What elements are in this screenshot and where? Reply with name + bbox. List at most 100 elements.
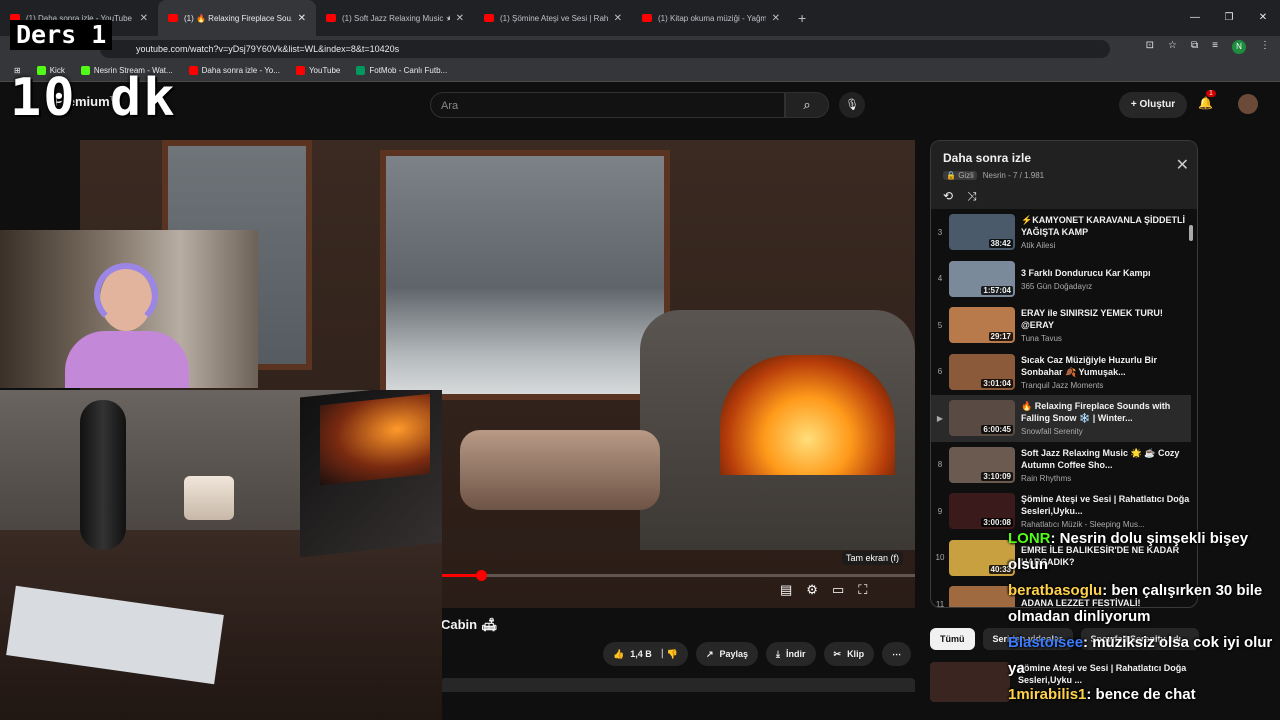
bookmark-favicon-icon — [295, 66, 305, 75]
playlist-item-title: ERAY ile SINIRSIZ YEMEK TURU! @ERAY — [1021, 308, 1163, 331]
filter-chip[interactable]: Tümü — [930, 628, 975, 650]
playlist-item[interactable]: 4 1:57:04 3 Farklı Dondurucu Kar Kampı 365 … — [931, 256, 1191, 303]
duration-badge: 3:01:04 — [981, 378, 1013, 388]
theater-mode-icon[interactable]: ▭ — [832, 582, 844, 602]
playlist-controls: ⟲ ⤨ — [943, 189, 977, 204]
playlist-item-index: 9 — [937, 506, 943, 516]
close-tab-icon[interactable]: ✕ — [298, 13, 306, 24]
duration-badge: 29:17 — [988, 332, 1013, 342]
streamer-body — [65, 331, 189, 388]
chat-username[interactable]: Blastoisee — [1008, 634, 1083, 651]
playlist-item[interactable]: 8 3:10:09 Soft Jazz Relaxing Music 🌟 ☕ Coz… — [931, 442, 1191, 489]
address-bar-icons: ⊡ ☆ ⧉ ≡ N ⋮ — [1146, 40, 1270, 54]
dislike-icon[interactable]: ｜👎 — [658, 642, 678, 666]
playlist-item[interactable]: 6 3:01:04 Sıcak Caz Müziğiyle Huzurlu Bir … — [931, 349, 1191, 396]
install-app-icon[interactable]: ⊡ — [1146, 40, 1154, 54]
share-label: Paylaş — [719, 649, 749, 659]
chat-text: : bence de chat — [1086, 686, 1196, 703]
playlist-item-meta: 🔥 Relaxing Fireplace Sounds with Falling… — [1021, 400, 1191, 436]
playlist-item-channel: Rain Rhythms — [1021, 473, 1072, 483]
chat-username[interactable]: LONR — [1008, 530, 1051, 547]
clip-label: Klip — [847, 649, 865, 659]
playlist-item[interactable]: 3 38:42 ⚡KAMYONET KARAVANLA ŞİDDETLİ YAĞIŞ… — [931, 209, 1191, 256]
scene-cushion — [460, 430, 660, 510]
settings-gear-icon[interactable]: ⚙ — [806, 582, 818, 602]
playlist-item-thumbnail: 38:42 — [949, 214, 1015, 251]
close-tab-icon[interactable]: ✕ — [614, 13, 622, 24]
monitor-screen — [320, 393, 430, 486]
new-tab-button[interactable]: + — [798, 10, 806, 26]
playlist-item-meta: Sıcak Caz Müziğiyle Huzurlu Bir Sonbahar… — [1021, 354, 1191, 390]
playlist-item-meta: Şömine Ateşi ve Sesi | Rahatlatıcı Doğa … — [1021, 493, 1191, 529]
close-tab-icon[interactable]: ✕ — [456, 13, 464, 24]
close-tab-icon[interactable]: ✕ — [140, 13, 148, 24]
close-window-icon[interactable]: ✕ — [1246, 0, 1280, 36]
scene-snow-window — [380, 150, 670, 400]
chat-username[interactable]: 1mirabilis1 — [1008, 686, 1086, 703]
bookmark-item[interactable]: YouTube — [295, 66, 340, 75]
address-bar-row: youtube.com/watch?v=yDsj79Y60Vk&list=WL&… — [0, 36, 1280, 60]
clip-button[interactable]: ✂ Klip — [823, 642, 875, 666]
browser-tab[interactable]: (1) Şömine Ateşi ve Sesi | Rahat... ✕ — [474, 0, 632, 36]
chat-message: Blastoisee: müziksiz olsa cok iyi olur y… — [1008, 630, 1278, 682]
loop-icon[interactable]: ⟲ — [943, 189, 953, 204]
bookmark-star-icon[interactable]: ☆ — [1168, 40, 1177, 54]
restore-icon[interactable]: ❐ — [1212, 0, 1246, 36]
media-control-icon[interactable]: ≡ — [1212, 40, 1218, 54]
playlist-item-meta: ⚡KAMYONET KARAVANLA ŞİDDETLİ YAĞIŞTA KAM… — [1021, 214, 1191, 250]
notifications-button[interactable]: 🔔 1 — [1198, 90, 1216, 110]
notification-badge: 1 — [1206, 90, 1216, 97]
account-avatar[interactable] — [1238, 94, 1258, 114]
playlist-item-title: 🔥 Relaxing Fireplace Sounds with Falling… — [1021, 401, 1171, 424]
playlist-item-title: Şömine Ateşi ve Sesi | Rahatlatıcı Doğa … — [1021, 494, 1190, 517]
fullscreen-icon[interactable]: ⛶ — [858, 582, 867, 602]
bookmark-item[interactable]: FotMob - Canlı Futb... — [356, 66, 447, 75]
playlist-item-channel: Tranquil Jazz Moments — [1021, 380, 1104, 390]
playlist-scrollbar[interactable] — [1189, 225, 1193, 241]
download-label: İndir — [786, 649, 806, 659]
scrubber-handle[interactable] — [475, 570, 487, 581]
bookmark-label: Daha sonra izle - Yo... — [201, 66, 280, 75]
subtitles-icon[interactable]: ▤ — [780, 582, 792, 602]
url-field[interactable]: youtube.com/watch?v=yDsj79Y60Vk&list=WL&… — [100, 40, 1110, 58]
extensions-icon[interactable]: ⧉ — [1191, 40, 1198, 54]
streamer-webcam — [0, 230, 258, 388]
playlist-item[interactable]: 5 29:17 ERAY ile SINIRSIZ YEMEK TURU! @ERA… — [931, 302, 1191, 349]
playlist-item[interactable]: ▶ 6:00:45 🔥 Relaxing Fireplace Sounds with… — [931, 395, 1191, 442]
tab-title: (1) Şömine Ateşi ve Sesi | Rahat... — [500, 13, 608, 23]
video-title: Cabin 🛋 — [441, 617, 498, 632]
playlist-item-index: 10 — [935, 553, 945, 563]
player-controls: ▤ ⚙ ▭ ⛶ — [780, 582, 910, 602]
browser-tab[interactable]: (1) Kitap okuma müziği - Yağmu... ✕ — [632, 0, 790, 36]
description-box[interactable] — [441, 678, 915, 692]
chat-message: LONR: Nesrin dolu şimşekli bişey olsun — [1008, 526, 1278, 578]
chat-username[interactable]: beratbasoglu — [1008, 582, 1102, 599]
close-icon[interactable]: ✕ — [1176, 155, 1189, 175]
bookmark-item[interactable]: Daha sonra izle - Yo... — [188, 66, 280, 75]
share-button[interactable]: ↗ Paylaş — [695, 642, 759, 666]
minimize-icon[interactable]: — — [1178, 0, 1212, 36]
close-tab-icon[interactable]: ✕ — [772, 13, 780, 24]
duration-badge: 1:57:04 — [981, 285, 1013, 295]
bookmark-label: FotMob - Canlı Futb... — [369, 66, 448, 75]
playlist-item-index: 3 — [937, 227, 943, 237]
browser-tab[interactable]: (1) 🔥 Relaxing Fireplace Sou... ✕ — [158, 0, 316, 36]
shuffle-icon[interactable]: ⤨ — [967, 189, 977, 204]
playlist-item-channel: 365 Gün Doğadayız — [1021, 281, 1093, 291]
playlist-item-meta: 3 Farklı Dondurucu Kar Kampı 365 Gün Doğa… — [1021, 267, 1191, 291]
profile-avatar[interactable]: N — [1232, 40, 1246, 54]
create-label: Oluştur — [1139, 99, 1176, 110]
search-button[interactable]: ⌕ — [785, 92, 829, 118]
streamer-figure — [60, 263, 190, 388]
download-button[interactable]: ⤓ İndir — [766, 642, 816, 666]
browser-tab[interactable]: (1) Soft Jazz Relaxing Music ★... ✕ — [316, 0, 474, 36]
playlist-title[interactable]: Daha sonra izle — [943, 151, 1031, 165]
search-input[interactable]: Ara — [430, 92, 785, 118]
more-actions-button[interactable]: ⋯ — [882, 642, 912, 666]
like-button[interactable]: 👍 1,4 B ｜👎 — [603, 642, 688, 666]
create-button[interactable]: + Oluştur — [1119, 92, 1187, 118]
search-icon: ⌕ — [803, 97, 811, 112]
playlist-item-index: 4 — [937, 274, 943, 284]
browser-menu-icon[interactable]: ⋮ — [1260, 40, 1270, 54]
voice-search-button[interactable]: 🎙 — [839, 92, 865, 118]
